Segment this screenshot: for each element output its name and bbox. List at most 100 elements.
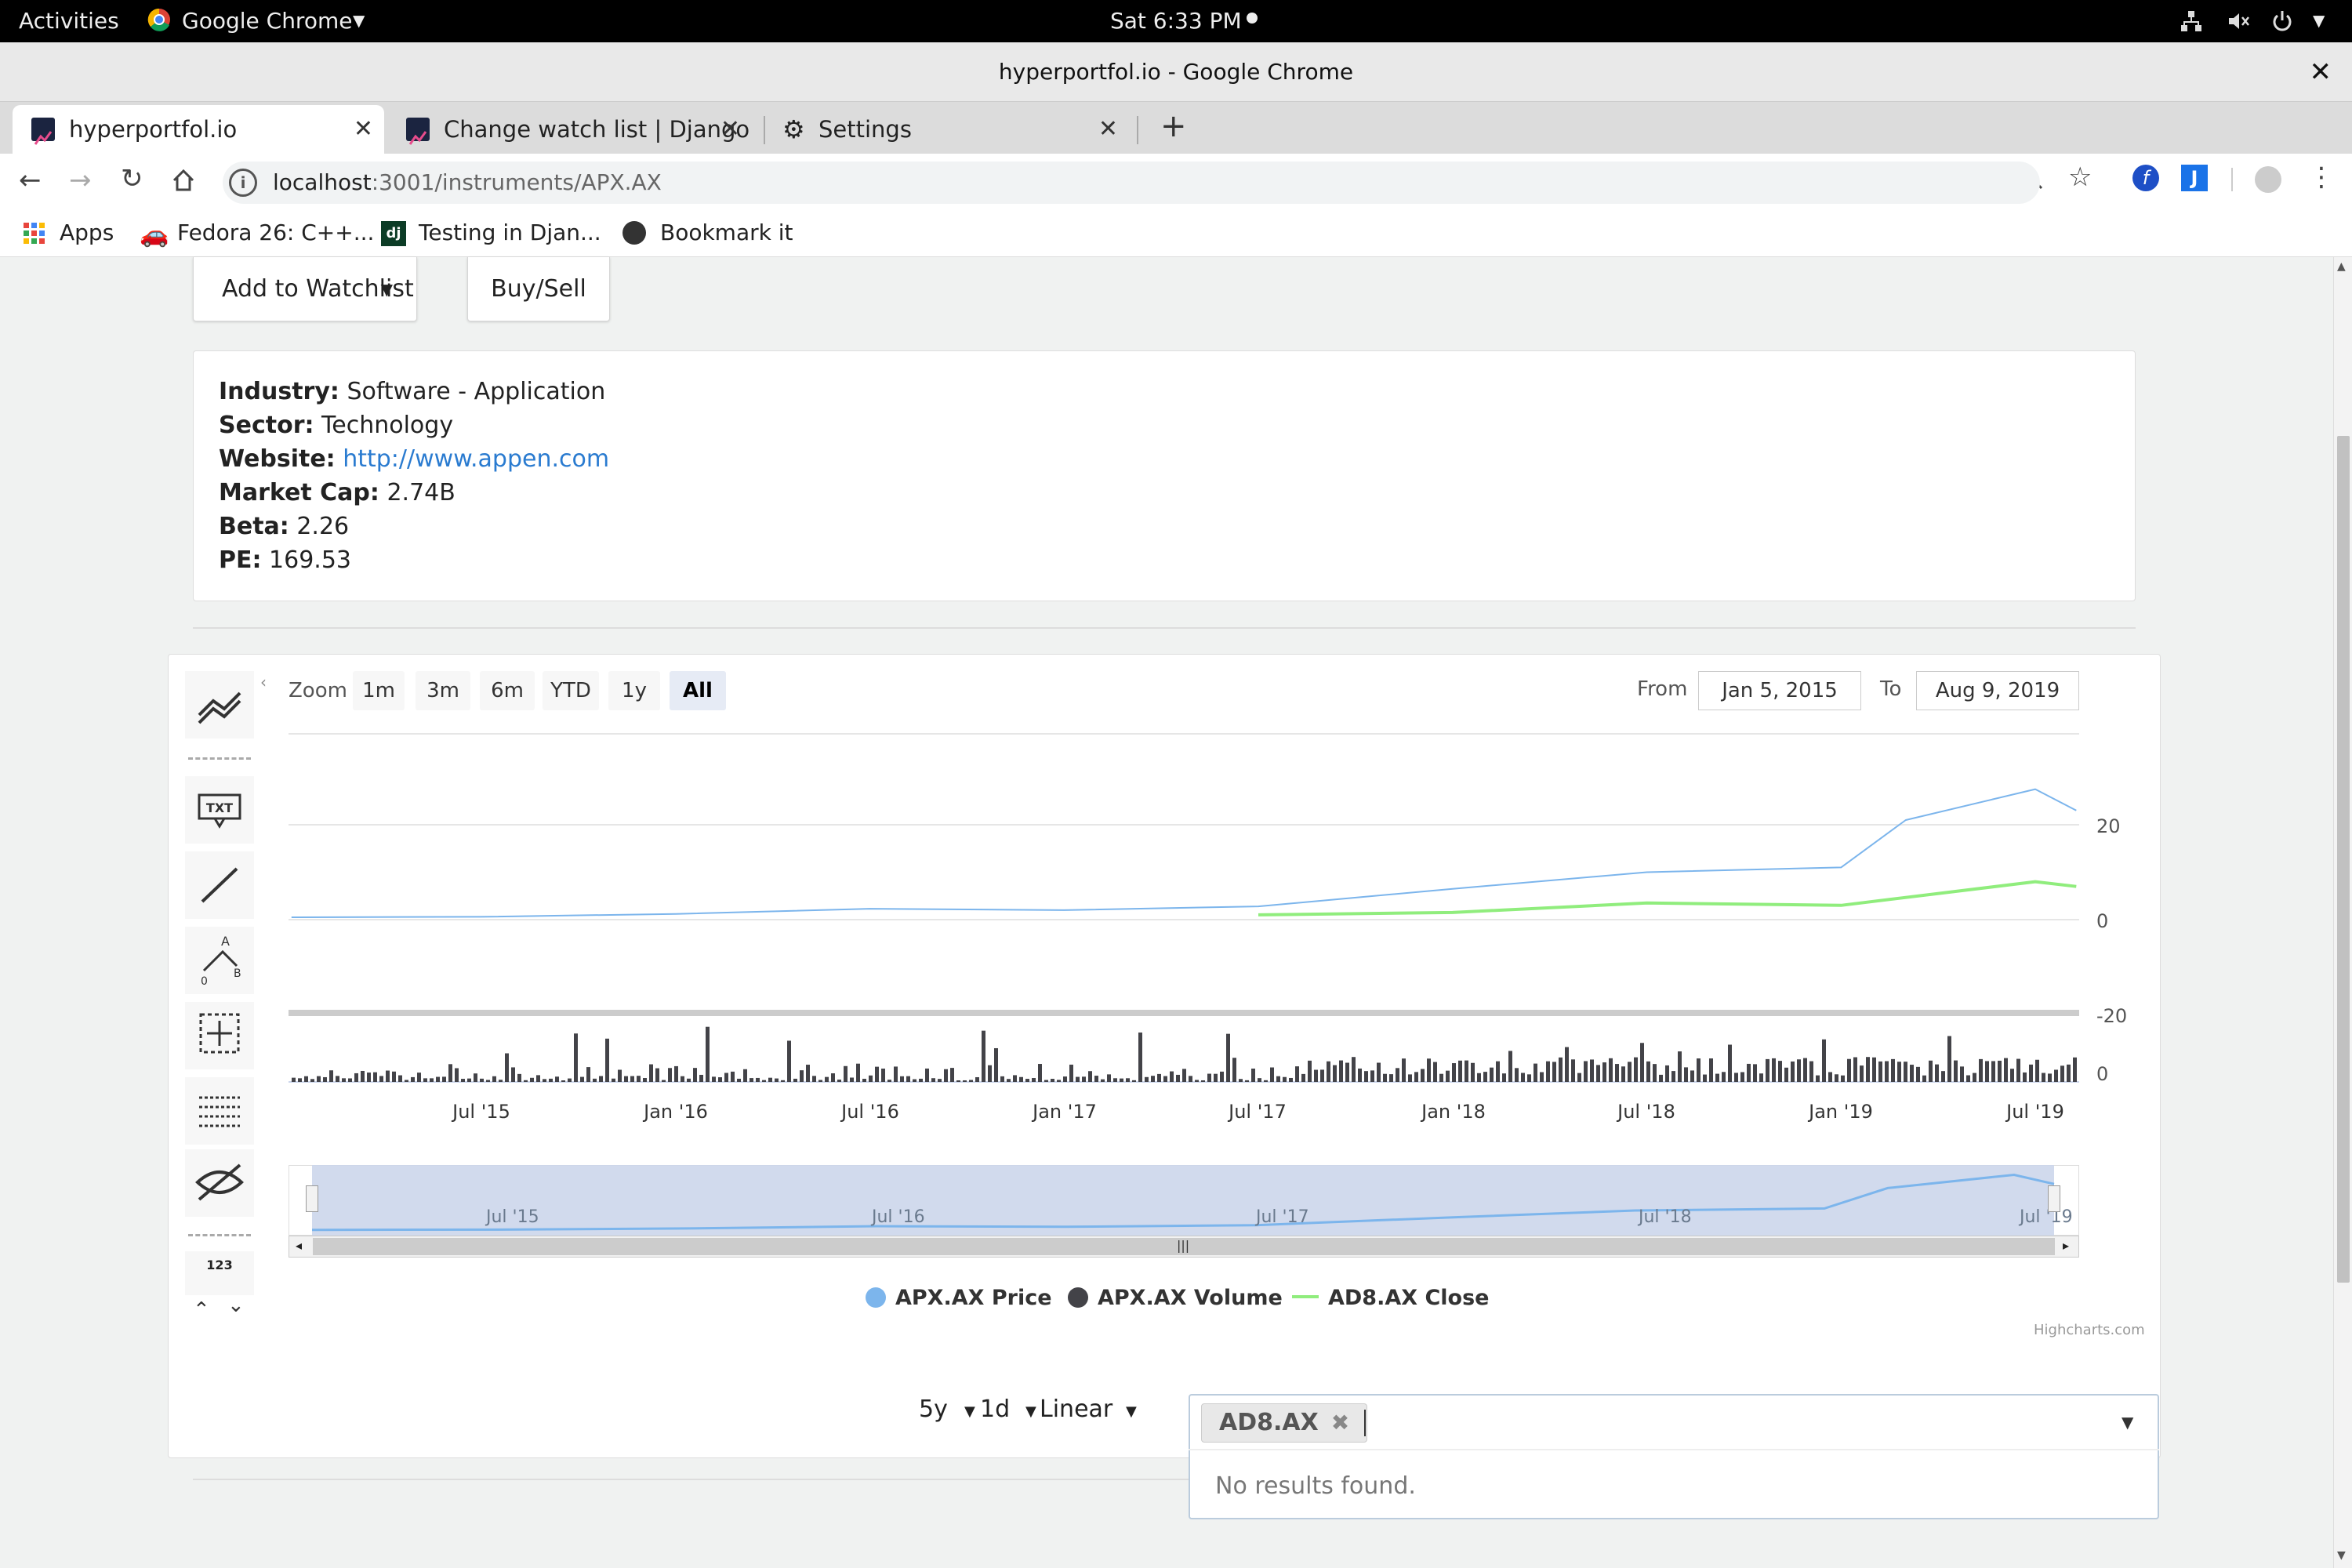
navigator-right-handle[interactable] bbox=[2048, 1185, 2060, 1212]
buy-sell-button[interactable]: Buy/Sell bbox=[467, 257, 610, 321]
legend-ad8-close[interactable]: AD8.AX Close bbox=[1292, 1286, 1489, 1310]
volume-bar bbox=[1684, 1067, 1688, 1082]
volume-bar bbox=[787, 1040, 791, 1082]
close-tab-icon[interactable]: ✕ bbox=[720, 105, 740, 154]
close-window-icon[interactable]: ✕ bbox=[2310, 42, 2332, 102]
bookmark-apps[interactable]: Apps bbox=[60, 220, 114, 245]
zoom-all-button[interactable]: All bbox=[670, 671, 726, 710]
scale-dropdown-icon[interactable]: ▼ bbox=[1126, 1403, 1137, 1420]
tab-django-watchlist[interactable]: Change watch list | Django ✕ bbox=[392, 105, 751, 154]
chrome-menu-icon[interactable]: ⋮ bbox=[2308, 162, 2335, 193]
bookmark-star-icon[interactable]: ☆ bbox=[2068, 162, 2092, 193]
close-tab-icon[interactable]: ✕ bbox=[1098, 105, 1118, 154]
interval-caret-icon[interactable]: ▼ bbox=[964, 1403, 975, 1420]
zoom-6m-button[interactable]: 6m bbox=[480, 671, 535, 710]
app-menu-label[interactable]: Google Chrome bbox=[182, 8, 352, 34]
select-dropdown-icon[interactable]: ▼ bbox=[2122, 1413, 2133, 1432]
volume-bar bbox=[1201, 1080, 1205, 1082]
zoom-3m-button[interactable]: 3m bbox=[416, 671, 470, 710]
toggle-annotations-tool[interactable] bbox=[185, 1149, 254, 1217]
volume-bar bbox=[655, 1068, 659, 1082]
volume-muted-icon[interactable] bbox=[2227, 9, 2250, 38]
apps-grid-icon[interactable] bbox=[24, 223, 45, 250]
tools-scroll-down-icon[interactable]: ⌄ bbox=[227, 1294, 245, 1317]
bookmark-bookmark-it[interactable]: Bookmark it bbox=[660, 220, 793, 245]
nav-scroll-right-icon[interactable]: ▸ bbox=[2063, 1238, 2069, 1253]
tools-scroll-up-icon[interactable]: ⌃ bbox=[193, 1298, 210, 1322]
volume-bar bbox=[517, 1073, 521, 1082]
x-axis-tick-label: Jul '15 bbox=[451, 1101, 510, 1123]
indicators-tool[interactable] bbox=[185, 671, 254, 739]
volume-bar bbox=[1998, 1060, 2002, 1082]
price-volume-chart[interactable]: 20 0 -20 0 Jul '15 Jan '16 Jul '16 Jan '17 Jul '… bbox=[282, 721, 2164, 1129]
info-icon[interactable]: i bbox=[229, 169, 257, 197]
home-icon[interactable] bbox=[171, 168, 196, 196]
close-tab-icon[interactable]: ✕ bbox=[354, 105, 373, 154]
nav-scroll-left-icon[interactable]: ◂ bbox=[296, 1238, 302, 1253]
volume-bar bbox=[900, 1076, 904, 1082]
extension-j-icon[interactable]: J bbox=[2181, 165, 2208, 191]
volume-bar bbox=[693, 1068, 697, 1082]
interval-select[interactable]: 1d bbox=[980, 1396, 1010, 1423]
power-icon[interactable] bbox=[2270, 9, 2294, 38]
new-tab-icon[interactable]: + bbox=[1160, 108, 1187, 144]
navigator-left-handle[interactable] bbox=[306, 1185, 318, 1212]
website-link[interactable]: http://www.appen.com bbox=[343, 445, 609, 473]
scroll-down-icon[interactable]: ▼ bbox=[2337, 1549, 2346, 1562]
page-scrollbar[interactable]: ▲ ▼ bbox=[2333, 257, 2352, 1568]
legend-apx-price[interactable]: APX.AX Price bbox=[866, 1286, 1052, 1310]
bookmark-fedora[interactable]: Fedora 26: C++... bbox=[177, 220, 374, 245]
zoom-ytd-button[interactable]: YTD bbox=[543, 671, 599, 710]
horizontal-lines-tool[interactable] bbox=[185, 1077, 254, 1145]
reload-icon[interactable]: ↻ bbox=[121, 163, 143, 194]
url-text[interactable]: localhost:3001/instruments/APX.AX bbox=[273, 169, 662, 195]
forward-icon[interactable]: → bbox=[69, 165, 92, 196]
remove-tag-icon[interactable]: ✖ bbox=[1331, 1410, 1349, 1436]
fibonacci-tool[interactable]: A 0 B bbox=[185, 927, 254, 994]
extension-f-icon[interactable]: f bbox=[2132, 165, 2159, 191]
zoom-1y-button[interactable]: 1y bbox=[608, 671, 660, 710]
volume-bar bbox=[919, 1078, 923, 1082]
volume-bar bbox=[1427, 1058, 1431, 1082]
volume-bar bbox=[1897, 1062, 1901, 1082]
volume-bar bbox=[1295, 1066, 1299, 1082]
to-date-input[interactable]: Aug 9, 2019 bbox=[1916, 671, 2079, 710]
apx-price-line bbox=[291, 788, 2077, 918]
navigator-scrollbar[interactable]: ◂ ▸ ||| bbox=[289, 1236, 2079, 1258]
volume-bar bbox=[398, 1075, 402, 1082]
scale-caret-icon[interactable]: ▼ bbox=[1025, 1403, 1036, 1420]
scrollbar-thumb[interactable] bbox=[2337, 436, 2350, 1283]
from-date-input[interactable]: Jan 5, 2015 bbox=[1698, 671, 1861, 710]
tab-hyperportfolio[interactable]: hyperportfol.io ✕ bbox=[13, 105, 384, 154]
network-icon[interactable] bbox=[2180, 9, 2203, 38]
clock[interactable]: Sat 6:33 PM bbox=[1110, 8, 1242, 34]
measure-tool[interactable] bbox=[185, 1002, 254, 1069]
scroll-up-icon[interactable]: ▲ bbox=[2337, 260, 2346, 273]
volume-bar bbox=[1904, 1062, 1907, 1082]
add-to-watchlist-button[interactable]: Add to Watchlist ▼ bbox=[193, 257, 417, 321]
legend-apx-volume[interactable]: APX.AX Volume bbox=[1068, 1286, 1283, 1310]
profile-avatar-icon[interactable] bbox=[2255, 166, 2281, 193]
volume-bar bbox=[1220, 1071, 1224, 1082]
address-bar[interactable]: i localhost:3001/instruments/APX.AX bbox=[223, 162, 2040, 204]
activities-button[interactable]: Activities bbox=[19, 8, 119, 34]
back-icon[interactable]: ← bbox=[19, 165, 42, 196]
app-menu-chevron-icon[interactable]: ▼ bbox=[353, 11, 365, 30]
scale-select[interactable]: Linear bbox=[1040, 1396, 1112, 1423]
volume-bar bbox=[994, 1047, 998, 1082]
highcharts-credits[interactable]: Highcharts.com bbox=[2034, 1322, 2145, 1338]
volume-bar bbox=[292, 1077, 296, 1082]
bookmark-testing-django[interactable]: Testing in Djan... bbox=[419, 220, 601, 245]
period-select[interactable]: 5y bbox=[919, 1396, 948, 1423]
text-annotation-tool[interactable]: TXT bbox=[185, 776, 254, 844]
line-tool[interactable] bbox=[185, 851, 254, 919]
zoom-1m-button[interactable]: 1m bbox=[353, 671, 405, 710]
volume-bar bbox=[549, 1078, 553, 1082]
tab-settings[interactable]: ⚙ Settings ✕ bbox=[768, 105, 1129, 154]
volume-bar bbox=[806, 1065, 810, 1082]
compare-instrument-select[interactable]: AD8.AX ✖ ▼ No results found. bbox=[1189, 1394, 2159, 1519]
volume-bar bbox=[1433, 1062, 1437, 1082]
selected-tag[interactable]: AD8.AX ✖ bbox=[1201, 1403, 1368, 1443]
system-menu-chevron-icon[interactable]: ▼ bbox=[2313, 11, 2325, 30]
collapse-toolbar-icon[interactable]: ‹ bbox=[260, 673, 267, 691]
